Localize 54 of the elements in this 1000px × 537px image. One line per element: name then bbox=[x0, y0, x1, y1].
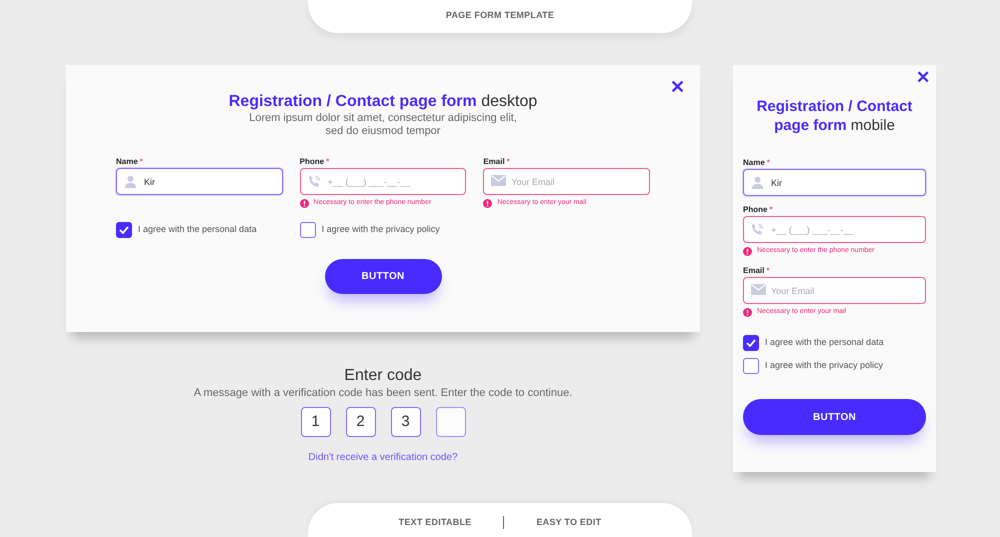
mail-icon bbox=[751, 284, 766, 295]
code-title: Enter code bbox=[344, 366, 422, 386]
required-mark: * bbox=[140, 156, 143, 167]
phone-field[interactable]: +__ (___) ___-__-__ bbox=[743, 216, 926, 243]
email-field[interactable]: Your Email bbox=[743, 277, 926, 304]
resend-code-link[interactable]: Didn't receive a verification code? bbox=[308, 450, 458, 465]
warning-icon bbox=[743, 247, 752, 256]
field-label: Email bbox=[483, 156, 505, 167]
check-icon bbox=[119, 226, 129, 234]
checkbox-label: I agree with the personal data bbox=[765, 336, 884, 350]
code-digit-field[interactable]: 2 bbox=[346, 407, 376, 437]
close-button[interactable]: ✕ bbox=[916, 69, 930, 86]
name-field[interactable]: Kir bbox=[743, 169, 926, 196]
email-field[interactable]: Your Email bbox=[483, 168, 650, 195]
required-mark: * bbox=[766, 265, 770, 276]
person-icon bbox=[751, 176, 764, 189]
submit-button[interactable]: BUTTON bbox=[743, 399, 926, 435]
field-label: Phone bbox=[300, 156, 324, 167]
field-label: Phone bbox=[743, 204, 768, 215]
phone-icon bbox=[308, 175, 321, 188]
field-label: Name bbox=[116, 156, 138, 167]
field-label: Name bbox=[743, 157, 765, 168]
check-icon bbox=[746, 339, 756, 347]
person-icon bbox=[124, 175, 137, 188]
warning-icon bbox=[300, 199, 309, 208]
form-title: Registration / Contact page form mobile bbox=[756, 97, 914, 135]
footer-label: TEXT EDITABLE bbox=[398, 516, 472, 528]
code-message: A message with a verification code has been sent. Enter the code to continue. bbox=[194, 386, 572, 400]
phone-field[interactable]: +__ (___) ___-__-__ bbox=[300, 168, 466, 195]
code-digit-field[interactable]: 3 bbox=[390, 407, 420, 437]
checkbox-label: I agree with the privacy policy bbox=[765, 359, 884, 372]
required-mark: * bbox=[326, 156, 330, 167]
checkbox[interactable] bbox=[116, 222, 132, 238]
close-button[interactable]: ✕ bbox=[670, 78, 685, 96]
code-digit-field[interactable] bbox=[436, 407, 466, 437]
name-field[interactable]: Kir bbox=[116, 168, 283, 195]
submit-button[interactable]: BUTTON bbox=[324, 259, 442, 294]
phone-icon bbox=[751, 223, 764, 236]
field-label: Email bbox=[743, 265, 764, 276]
form-subtitle: Lorem ipsum dolor sit amet, consectetur adipiscing elit, sed do eiusmod tempor bbox=[248, 112, 518, 138]
checkbox-label: I agree with the privacy policy bbox=[322, 223, 440, 236]
checkbox[interactable] bbox=[743, 335, 759, 351]
form-title: Registration / Contact page form desktop bbox=[228, 92, 538, 112]
required-mark: * bbox=[506, 156, 510, 167]
footer-label: EASY TO EDIT bbox=[536, 516, 602, 528]
checkbox[interactable] bbox=[743, 358, 759, 374]
warning-icon bbox=[483, 199, 492, 208]
checkbox-label: I agree with the personal data bbox=[138, 223, 257, 236]
warning-icon bbox=[743, 308, 752, 317]
checkbox[interactable] bbox=[300, 222, 316, 238]
required-mark: * bbox=[769, 204, 773, 215]
required-mark: * bbox=[766, 157, 770, 168]
mail-icon bbox=[491, 175, 506, 186]
code-digit-field[interactable]: 1 bbox=[300, 407, 330, 437]
